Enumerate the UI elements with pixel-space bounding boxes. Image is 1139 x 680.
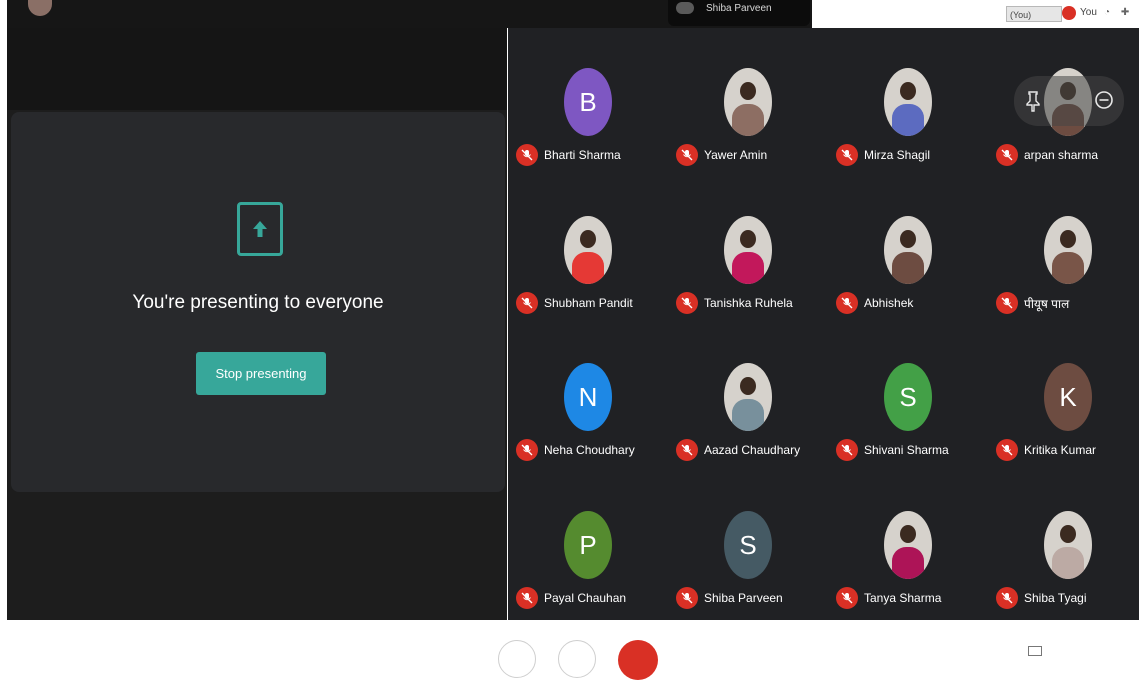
participant-name: Kritika Kumar <box>1024 443 1097 457</box>
mic-off-icon <box>676 144 698 166</box>
participant-name-row: Kritika Kumar <box>996 437 1096 463</box>
participant-name: Shivani Sharma <box>864 443 949 457</box>
participant-avatar <box>724 68 772 136</box>
participant-avatar: S <box>724 511 772 579</box>
participant-name-row: Shubham Pandit <box>516 290 633 316</box>
participant-name-row: Payal Chauhan <box>516 585 626 611</box>
present-arrow-icon <box>237 202 283 256</box>
participant-name-row: Bharti Sharma <box>516 142 621 168</box>
participant-tile[interactable]: K Kritika Kumar <box>988 323 1139 470</box>
participant-name: Yawer Amin <box>704 148 768 162</box>
self-view-chip[interactable]: (You) <box>1006 6 1062 22</box>
participant-name-row: Yawer Amin <box>676 142 767 168</box>
participant-avatar: B <box>564 68 612 136</box>
participant-avatar: N <box>564 363 612 431</box>
participant-tile[interactable]: N Neha Choudhary <box>508 323 666 470</box>
self-label: You <box>1080 7 1097 18</box>
presenting-card: You're presenting to everyone Stop prese… <box>11 112 505 492</box>
participant-name-row: Mirza Shagil <box>836 142 930 168</box>
participant-name: Shiba Parveen <box>704 591 783 605</box>
mic-toggle-button[interactable] <box>498 640 536 678</box>
participant-name-row: Aazad Chaudhary <box>676 437 800 463</box>
participant-tile[interactable]: Yawer Amin <box>668 28 826 175</box>
mic-off-icon <box>516 292 538 314</box>
participant-name: Bharti Sharma <box>544 148 621 162</box>
mic-off-icon <box>996 587 1018 609</box>
participant-tile[interactable]: Mirza Shagil <box>828 28 986 175</box>
participant-name-row: Shiba Tyagi <box>996 585 1087 611</box>
participant-avatar <box>884 511 932 579</box>
participant-avatar: K <box>1044 363 1092 431</box>
mic-off-icon <box>676 292 698 314</box>
camera-toggle-button[interactable] <box>558 640 596 678</box>
participant-name-row: पीयूष पाल <box>996 290 1069 316</box>
top-strip-left <box>7 0 507 28</box>
participant-name-row: Neha Choudhary <box>516 437 635 463</box>
top-tab-label: Shiba Parveen <box>706 3 772 14</box>
main-stage: You're presenting to everyone Stop prese… <box>7 28 507 620</box>
participant-thumb-icon <box>676 2 694 14</box>
participant-name: Shubham Pandit <box>544 296 633 310</box>
participant-name: Neha Choudhary <box>544 443 635 457</box>
mic-off-icon <box>516 587 538 609</box>
participant-name-row: Shivani Sharma <box>836 437 949 463</box>
participant-name: Payal Chauhan <box>544 591 627 605</box>
pin-icon[interactable] <box>1024 90 1042 112</box>
mic-off-icon <box>836 587 858 609</box>
mic-off-icon <box>996 144 1018 166</box>
captions-icon[interactable] <box>1028 646 1042 656</box>
participant-name-row: Abhishek <box>836 290 913 316</box>
participant-name: arpan sharma <box>1024 148 1099 162</box>
participant-tile[interactable]: S Shiba Parveen <box>668 471 826 618</box>
participant-name: Abhishek <box>864 296 914 310</box>
participant-avatar <box>884 216 932 284</box>
participant-avatar <box>724 363 772 431</box>
participant-avatar <box>1044 511 1092 579</box>
participant-name: Tanishka Ruhela <box>704 296 793 310</box>
participant-tile[interactable]: Tanishka Ruhela <box>668 176 826 323</box>
end-call-button[interactable] <box>618 640 658 680</box>
participant-avatar <box>724 216 772 284</box>
participant-name: Shiba Tyagi <box>1024 591 1087 605</box>
participant-name-row: Tanya Sharma <box>836 585 941 611</box>
self-status-icons: ◔ ✚ <box>1104 7 1134 18</box>
participant-avatar <box>1044 216 1092 284</box>
participant-avatar <box>884 68 932 136</box>
mic-off-icon <box>676 439 698 461</box>
participant-tile[interactable]: P Payal Chauhan <box>508 471 666 618</box>
mic-off-icon <box>996 292 1018 314</box>
participant-tile[interactable]: S Shivani Sharma <box>828 323 986 470</box>
mic-off-icon <box>516 439 538 461</box>
tile-controls <box>1014 76 1124 126</box>
mic-off-icon <box>836 439 858 461</box>
self-mic-off-icon <box>1062 6 1076 20</box>
participant-tile[interactable]: Abhishek <box>828 176 986 323</box>
participant-name: पीयूष पाल <box>1024 296 1070 311</box>
mic-off-icon <box>516 144 538 166</box>
presenting-message: You're presenting to everyone <box>132 292 384 313</box>
participant-name: Aazad Chaudhary <box>704 443 801 457</box>
stage-header <box>7 28 507 110</box>
stop-presenting-button[interactable]: Stop presenting <box>196 352 326 395</box>
participant-tile[interactable]: पीयूष पाल <box>988 176 1139 323</box>
participant-tile[interactable]: B Bharti Sharma <box>508 28 666 175</box>
participant-tile[interactable]: Shubham Pandit <box>508 176 666 323</box>
top-participant-tab[interactable]: Shiba Parveen <box>668 0 810 26</box>
mic-off-icon <box>676 587 698 609</box>
participant-name-row: Shiba Parveen <box>676 585 783 611</box>
mic-off-icon <box>836 292 858 314</box>
remove-icon[interactable] <box>1094 90 1114 110</box>
mic-off-icon <box>996 439 1018 461</box>
participant-name: Mirza Shagil <box>864 148 931 162</box>
participant-tile[interactable]: Shiba Tyagi <box>988 471 1139 618</box>
mic-off-icon <box>836 144 858 166</box>
participant-name: Tanya Sharma <box>864 591 942 605</box>
participant-name-row: Tanishka Ruhela <box>676 290 793 316</box>
participant-tile[interactable]: Aazad Chaudhary <box>668 323 826 470</box>
participant-avatar: P <box>564 511 612 579</box>
participant-name-row: arpan sharma <box>996 142 1098 168</box>
participant-avatar <box>564 216 612 284</box>
participant-tile[interactable]: Tanya Sharma <box>828 471 986 618</box>
participant-avatar: S <box>884 363 932 431</box>
